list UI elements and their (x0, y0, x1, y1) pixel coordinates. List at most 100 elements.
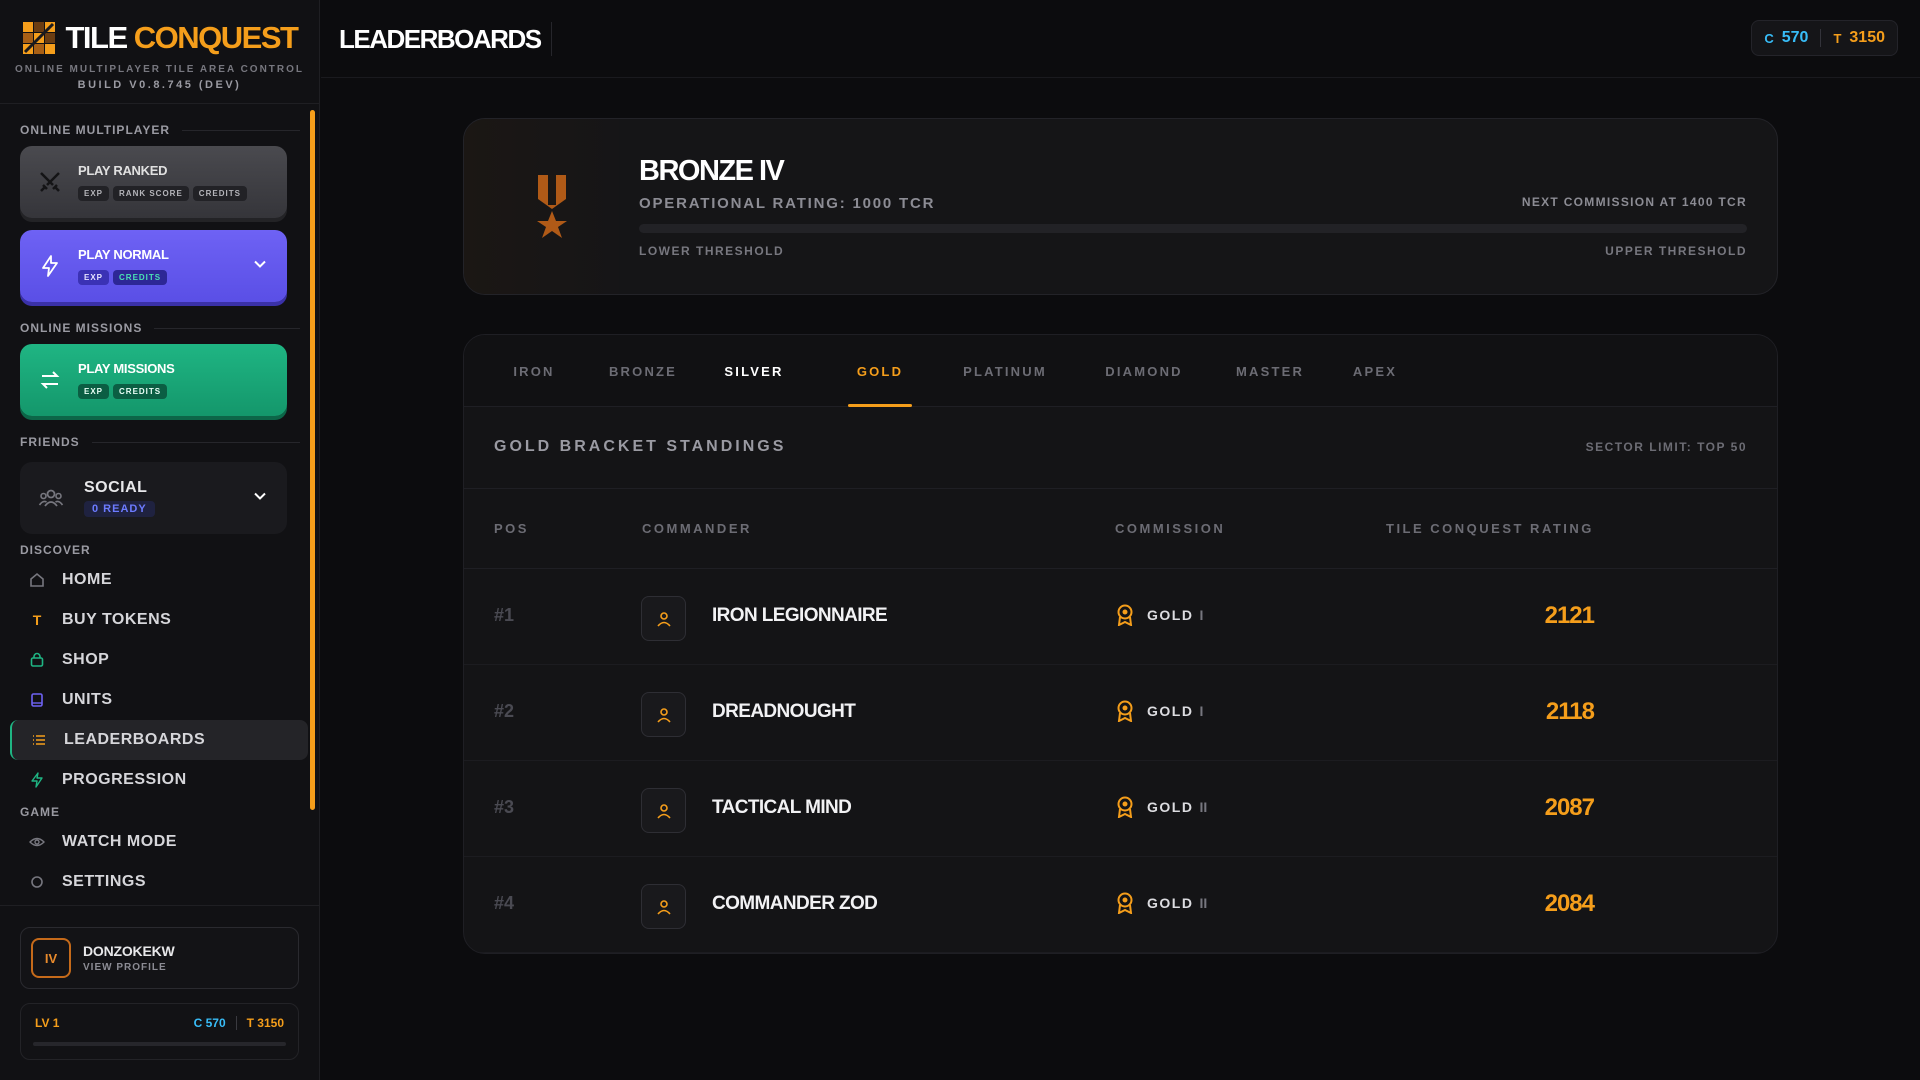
tab-iron[interactable]: IRON (498, 335, 570, 407)
play-missions-title: PLAY MISSIONS (78, 361, 175, 376)
tag-credits: CREDITS (113, 384, 168, 399)
commander-avatar-icon (641, 884, 686, 929)
book-icon (28, 691, 46, 709)
play-ranked-button[interactable]: PLAY RANKED EXP RANK SCORE CREDITS (20, 146, 287, 218)
view-profile-link[interactable]: VIEW PROFILE (83, 962, 175, 973)
commission-league: GOLD (1147, 607, 1194, 623)
rating-value: 2118 (1545, 698, 1595, 725)
chevron-down-icon[interactable] (251, 487, 269, 510)
social-ready-badge: 0 READY (84, 501, 155, 517)
tokens-amount: 3150 (1849, 29, 1885, 46)
eye-icon (28, 833, 46, 851)
sidebar: TILE CONQUEST ONLINE MULTIPLAYER TILE AR… (0, 0, 320, 1080)
sidebar-item-units[interactable]: UNITS (10, 680, 308, 720)
sidebar-item-label: SHOP (62, 651, 110, 668)
avatar: IV (31, 938, 71, 978)
social-button[interactable]: SOCIAL 0 READY (20, 462, 287, 534)
tag-exp: EXP (78, 384, 110, 399)
play-normal-title: PLAY NORMAL (78, 247, 169, 262)
level-wallet-panel: LV 1 C 570 T 3150 (20, 1003, 299, 1060)
row-position: #2 (494, 701, 515, 721)
crossed-swords-icon (36, 168, 64, 196)
tab-master[interactable]: MASTER (1228, 335, 1312, 407)
lower-threshold-label: LOWER THRESHOLD (639, 244, 785, 258)
tab-silver[interactable]: SILVER (714, 335, 794, 407)
credits-amount: 570 (1781, 29, 1809, 46)
tab-platinum[interactable]: PLATINUM (952, 335, 1058, 407)
sidebar-item-watch-mode[interactable]: WATCH MODE (10, 822, 308, 862)
leaderboard-panel: IRON BRONZE SILVER GOLD PLATINUM DIAMOND… (463, 334, 1778, 954)
tab-diamond[interactable]: DIAMOND (1096, 335, 1192, 407)
rank-badge-icon (1115, 892, 1135, 915)
rank-name: BRONZE IV (639, 155, 785, 187)
sidebar-item-home[interactable]: HOME (10, 560, 308, 600)
commander-avatar-icon (641, 788, 686, 833)
tab-gold[interactable]: GOLD (848, 335, 912, 407)
tag-exp: EXP (78, 270, 110, 285)
commander-name: IRON LEGIONNAIRE (712, 605, 888, 626)
tokens-icon: T (1833, 30, 1842, 46)
sidebar-item-label: LEADERBOARDS (64, 731, 206, 748)
section-online-missions: ONLINE MISSIONS (0, 318, 320, 338)
rank-badge-icon (1115, 796, 1135, 819)
section-discover: DISCOVER (20, 543, 91, 557)
table-row[interactable]: #4 COMMANDER ZOD GOLD II 2084 (464, 857, 1777, 953)
credits-icon: C (1764, 30, 1774, 46)
sidebar-item-label: WATCH MODE (62, 833, 177, 850)
sidebar-item-leaderboards[interactable]: LEADERBOARDS (10, 720, 308, 760)
column-pos: POS (494, 521, 529, 536)
column-commission: COMMISSION (1115, 521, 1226, 536)
play-missions-button[interactable]: PLAY MISSIONS EXP CREDITS (20, 344, 287, 416)
rating-value: 2084 (1544, 890, 1595, 917)
upper-threshold-label: UPPER THRESHOLD (1605, 244, 1747, 258)
profile-card[interactable]: IV DONZOKEKW VIEW PROFILE (20, 927, 299, 989)
bracket-title: GOLD BRACKET STANDINGS (494, 438, 787, 455)
medal-icon (537, 175, 567, 238)
table-row[interactable]: #3 TACTICAL MIND GOLD II 2087 (464, 761, 1777, 857)
group-icon (38, 485, 64, 511)
lightning-icon (36, 252, 64, 280)
chevron-down-icon[interactable] (251, 255, 269, 278)
commission-tier: II (1199, 799, 1208, 815)
tokens-value: T 3150 (246, 1016, 284, 1030)
commission-cell: GOLD I (1115, 604, 1204, 627)
bolt-icon (28, 771, 46, 789)
sidebar-item-buy-tokens[interactable]: T BUY TOKENS (10, 600, 308, 640)
profile-name: DONZOKEKW (83, 943, 175, 959)
column-commander: COMMANDER (642, 521, 752, 536)
commander-avatar-icon (641, 692, 686, 737)
commission-cell: GOLD II (1115, 796, 1208, 819)
tag-credits: CREDITS (192, 186, 247, 201)
commission-cell: GOLD I (1115, 700, 1203, 723)
social-title: SOCIAL (84, 479, 148, 496)
tab-bronze[interactable]: BRONZE (598, 335, 688, 407)
rating-value: 2121 (1544, 602, 1595, 629)
commander-avatar-icon (641, 596, 686, 641)
sector-limit: SECTOR LIMIT: TOP 50 (1585, 440, 1747, 454)
sidebar-item-shop[interactable]: SHOP (10, 640, 308, 680)
commission-tier: II (1199, 895, 1208, 911)
rank-badge-icon (1115, 604, 1135, 627)
rank-badge-icon (1115, 700, 1135, 723)
rank-progress-bar (639, 224, 1747, 233)
commission-league: GOLD (1147, 799, 1194, 815)
commander-name: DREADNOUGHT (712, 701, 856, 722)
sidebar-item-settings[interactable]: SETTINGS (10, 862, 308, 902)
table-row[interactable]: #1 IRON LEGIONNAIRE GOLD I 2121 (464, 569, 1777, 665)
tag-rank-score: RANK SCORE (113, 186, 189, 201)
tab-apex[interactable]: APEX (1342, 335, 1408, 407)
token-icon: T (32, 612, 42, 628)
operational-rating: OPERATIONAL RATING: 1000 TCR (639, 195, 936, 212)
commission-league: GOLD (1147, 703, 1194, 719)
column-rating: TILE CONQUEST RATING (1386, 521, 1594, 536)
current-rank-card: BRONZE IV OPERATIONAL RATING: 1000 TCR N… (463, 118, 1778, 295)
section-online-multiplayer: ONLINE MULTIPLAYER (0, 120, 320, 140)
level-progress-bar (33, 1042, 286, 1046)
sidebar-item-label: BUY TOKENS (62, 611, 172, 628)
sidebar-item-progression[interactable]: PROGRESSION (10, 760, 308, 800)
table-row[interactable]: #2 DREADNOUGHT GOLD I 2118 (464, 665, 1777, 761)
row-position: #4 (494, 893, 515, 913)
home-icon (28, 571, 46, 589)
commission-tier: I (1199, 607, 1204, 623)
play-normal-button[interactable]: PLAY NORMAL EXP CREDITS (20, 230, 287, 302)
